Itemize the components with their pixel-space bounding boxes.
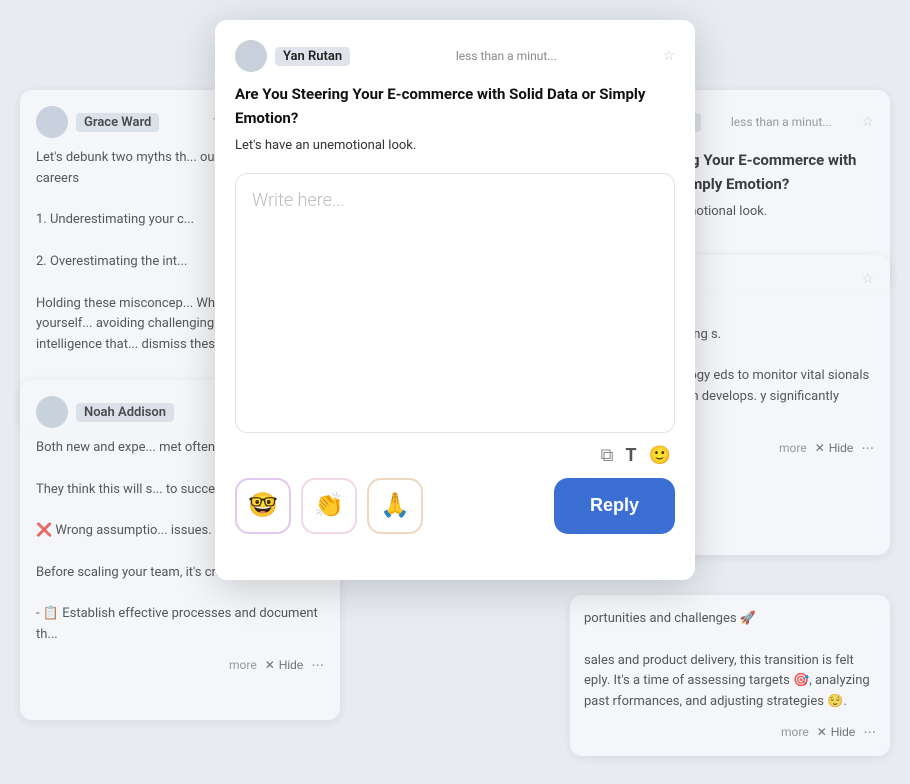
- reply-button[interactable]: Reply: [554, 478, 675, 534]
- compose-placeholder: Write here...: [252, 190, 345, 211]
- emoji-reaction-row: 🤓 👏 🙏 Reply: [235, 478, 675, 534]
- emoji-clap-button[interactable]: 👏: [301, 478, 357, 534]
- pray-emoji: 🙏: [380, 491, 410, 520]
- clap-emoji: 👏: [314, 491, 344, 520]
- nerd-emoji: 🤓: [248, 491, 278, 520]
- emoji-pray-button[interactable]: 🙏: [367, 478, 423, 534]
- timestamp: less than a minut...: [456, 49, 557, 63]
- copy-icon[interactable]: ⧉: [601, 445, 614, 466]
- reply-compose-area[interactable]: Write here...: [235, 173, 675, 433]
- modal-card: Yan Rutan less than a minut... ☆ Are You…: [215, 20, 695, 580]
- emoji-nerd-button[interactable]: 🤓: [235, 478, 291, 534]
- compose-toolbar: ⧉ T 🙂: [235, 445, 675, 466]
- modal-post-body: Are You Steering Your E-commerce with So…: [235, 82, 675, 157]
- header-meta: Yan Rutan less than a minut... ☆: [275, 47, 675, 66]
- post-title: Are You Steering Your E-commerce with So…: [235, 82, 675, 130]
- author-name: Yan Rutan: [275, 47, 350, 66]
- avatar: [235, 40, 267, 72]
- text-format-icon[interactable]: T: [625, 445, 636, 466]
- star-icon[interactable]: ☆: [662, 48, 675, 64]
- post-subtitle: Let's have an unemotional look.: [235, 136, 675, 157]
- modal-post-header: Yan Rutan less than a minut... ☆: [235, 40, 675, 72]
- emoji-picker-icon[interactable]: 🙂: [649, 445, 671, 466]
